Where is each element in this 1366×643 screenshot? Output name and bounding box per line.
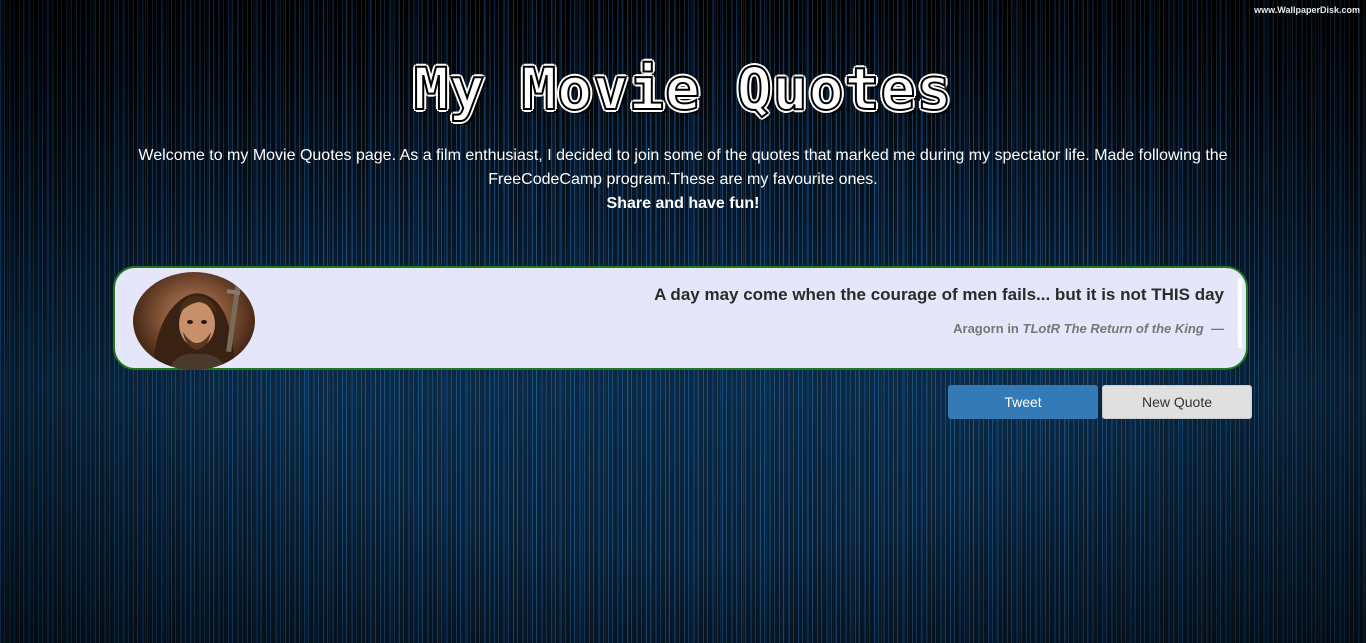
quote-dash: — bbox=[1211, 321, 1224, 336]
quote-text: A day may come when the courage of men f… bbox=[654, 285, 1224, 304]
new-quote-button[interactable]: New Quote bbox=[1102, 385, 1252, 419]
quote-movie: TLotR The Return of the King bbox=[1022, 321, 1204, 336]
quote-character: Aragorn bbox=[953, 321, 1004, 336]
watermark: www.WallpaperDisk.com bbox=[1254, 5, 1360, 15]
portrait-icon bbox=[153, 282, 241, 370]
intro-text: Welcome to my Movie Quotes page. As a fi… bbox=[90, 144, 1276, 216]
quote-connector: in bbox=[1007, 321, 1019, 336]
quote-author: Aragorn in TLotR The Return of the King … bbox=[953, 321, 1224, 336]
page-title: My Movie Quotes bbox=[413, 54, 953, 124]
character-avatar bbox=[133, 272, 255, 370]
quote-card: A day may come when the courage of men f… bbox=[113, 266, 1248, 370]
tweet-button[interactable]: Tweet bbox=[948, 385, 1098, 419]
intro-tagline: Share and have fun! bbox=[606, 195, 760, 212]
card-scrollbar bbox=[1238, 278, 1242, 348]
intro-paragraph: Welcome to my Movie Quotes page. As a fi… bbox=[138, 147, 1228, 188]
